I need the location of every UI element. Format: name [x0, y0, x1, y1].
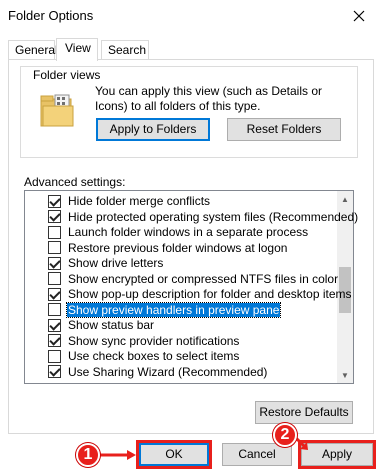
setting-row[interactable]: Show sync provider notifications	[48, 333, 240, 349]
setting-label: Hide protected operating system files (R…	[68, 209, 359, 224]
setting-label: Restore previous folder windows at logon	[68, 240, 288, 255]
apply-to-folders-button[interactable]: Apply to Folders	[96, 118, 210, 141]
setting-checkbox[interactable]	[48, 194, 61, 208]
setting-label: Show sync provider notifications	[68, 333, 240, 348]
setting-label: Show status bar	[68, 318, 155, 332]
reset-folders-button[interactable]: Reset Folders	[227, 118, 341, 141]
setting-row[interactable]: Use check boxes to select items	[48, 348, 240, 364]
setting-row[interactable]: Show encrypted or compressed NTFS files …	[48, 271, 339, 287]
close-icon	[353, 10, 365, 22]
setting-checkbox[interactable]	[48, 225, 61, 239]
folder-view-icon	[40, 94, 74, 127]
window-title: Folder Options	[8, 8, 94, 23]
advanced-settings-label: Advanced settings:	[24, 175, 126, 189]
setting-checkbox[interactable]	[48, 334, 61, 347]
setting-row[interactable]: Launch folder windows in a separate proc…	[48, 224, 309, 240]
scroll-up-arrow-icon[interactable]: ▲	[337, 191, 353, 207]
setting-checkbox[interactable]	[48, 349, 61, 363]
setting-label: Use check boxes to select items	[68, 349, 240, 363]
setting-checkbox[interactable]	[48, 241, 61, 254]
setting-checkbox[interactable]	[48, 303, 61, 316]
folder-views-legend: Folder views	[30, 68, 104, 82]
tab-general[interactable]: General	[8, 40, 58, 60]
scroll-down-arrow-icon[interactable]: ▼	[337, 367, 353, 383]
title-bar: Folder Options	[0, 0, 382, 32]
setting-row[interactable]: Show pop-up description for folder and d…	[48, 286, 353, 302]
setting-label: Show pop-up description for folder and d…	[68, 287, 352, 301]
setting-row[interactable]: Hide protected operating system files (R…	[48, 209, 359, 225]
close-button[interactable]	[336, 0, 382, 32]
ok-highlight-box	[136, 440, 212, 469]
setting-checkbox[interactable]	[48, 272, 61, 285]
restore-defaults-button[interactable]: Restore Defaults	[255, 401, 353, 424]
setting-checkbox[interactable]	[48, 256, 61, 270]
tab-search[interactable]: Search	[101, 40, 149, 60]
setting-label: Show encrypted or compressed NTFS files …	[68, 271, 339, 286]
folder-views-description: You can apply this view (such as Details…	[95, 84, 323, 113]
setting-label: Hide folder merge conflicts	[68, 194, 211, 208]
tab-strip: General View Search	[8, 38, 374, 61]
tab-view[interactable]: View	[56, 38, 98, 61]
setting-row[interactable]: Hide folder merge conflicts	[48, 193, 211, 209]
setting-checkbox[interactable]	[48, 287, 61, 301]
step-2-badge: 2	[273, 423, 297, 447]
step-1-badge: 1	[76, 443, 100, 467]
setting-row[interactable]: Restore previous folder windows at logon	[48, 240, 288, 256]
setting-row[interactable]: Show preview handlers in preview pane	[48, 301, 282, 318]
annotation-arrow-icon	[100, 450, 136, 460]
setting-row[interactable]: Use Sharing Wizard (Recommended)	[48, 364, 268, 380]
setting-label: Show drive letters	[68, 256, 164, 270]
setting-row[interactable]: Show status bar	[48, 317, 155, 333]
setting-checkbox[interactable]	[48, 318, 61, 332]
setting-label: Use Sharing Wizard (Recommended)	[68, 364, 268, 379]
setting-row[interactable]: Show drive letters	[48, 255, 164, 271]
setting-label: Show preview handlers in preview pane	[65, 301, 282, 318]
setting-checkbox[interactable]	[48, 365, 61, 378]
setting-label: Launch folder windows in a separate proc…	[68, 225, 309, 239]
setting-checkbox[interactable]	[48, 210, 61, 223]
